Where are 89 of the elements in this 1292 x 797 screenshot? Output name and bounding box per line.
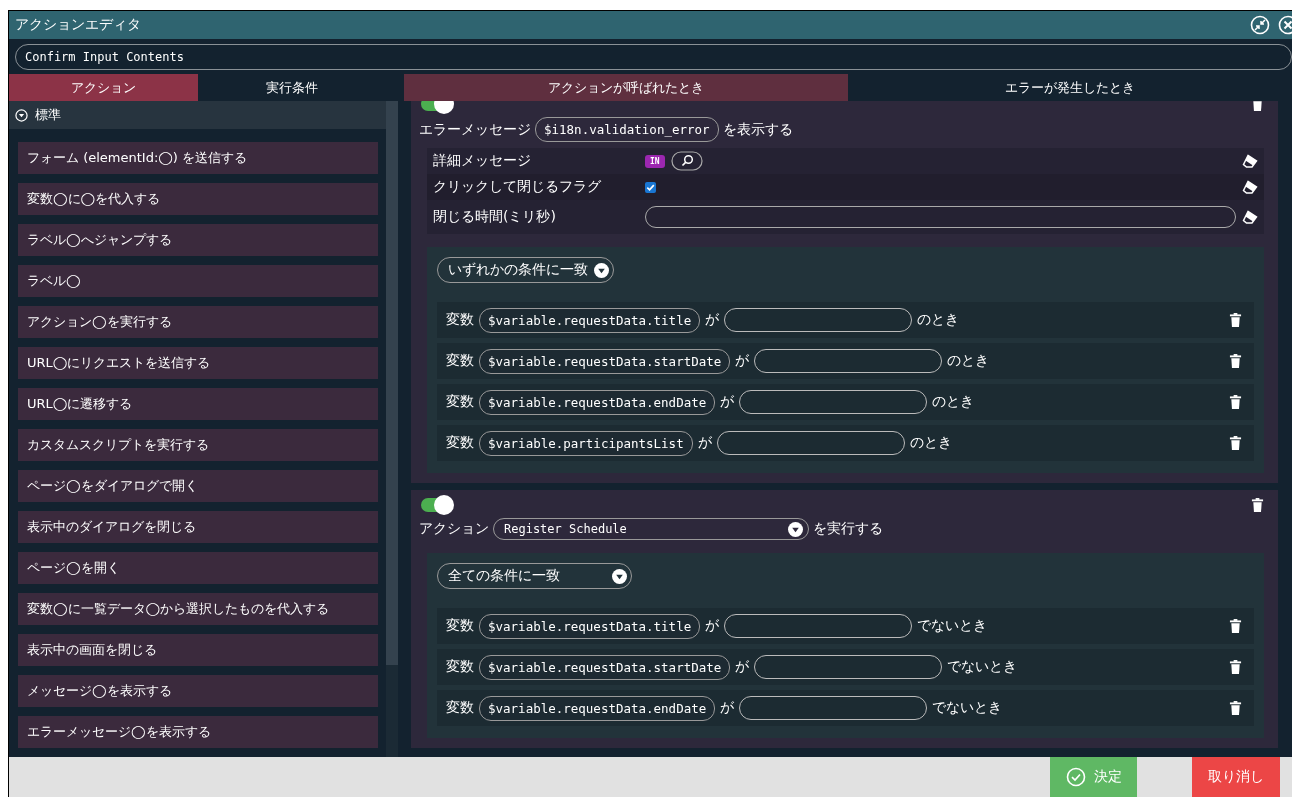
scrollbar-thumb[interactable] <box>386 101 398 665</box>
value-field[interactable]: $i18n.validation_error <box>535 117 719 142</box>
action-label: アクション <box>419 520 489 538</box>
action-item[interactable]: 表示中のダイアログを閉じる <box>18 511 378 543</box>
input-field[interactable] <box>724 614 913 638</box>
eraser-icon[interactable] <box>1242 210 1258 224</box>
category-header[interactable]: 標準 <box>9 101 386 129</box>
param-label: クリックして閉じるフラグ <box>433 178 602 196</box>
action-item[interactable]: 変数◯に一覧データ◯から選択したものを代入する <box>18 593 378 625</box>
cancel-button[interactable]: 取り消し <box>1192 757 1280 797</box>
condition-label: でないとき <box>917 617 988 635</box>
eraser-icon[interactable] <box>1242 180 1258 194</box>
variable-field[interactable]: $variable.requestData.startDate <box>479 654 731 680</box>
condition-label: 変数 <box>446 658 474 676</box>
chevron-icon <box>15 108 28 122</box>
condition-label: のとき <box>932 393 975 411</box>
condition-label: 変数 <box>446 311 474 329</box>
action-item[interactable]: アクション◯を実行する <box>18 306 378 338</box>
checkbox[interactable] <box>645 181 656 193</box>
condition-label: が <box>720 699 735 717</box>
tab[interactable]: アクション <box>9 74 198 101</box>
name-field[interactable]: Confirm Input Contents <box>15 44 1292 70</box>
variable-field[interactable]: $variable.requestData.startDate <box>479 348 731 374</box>
action-item[interactable]: ラベル◯ <box>18 265 378 297</box>
trash-icon[interactable] <box>1229 353 1242 369</box>
action-item[interactable]: ページ◯をダイアログで開く <box>18 470 378 502</box>
action-label: エラーメッセージ <box>419 120 531 139</box>
search-icon[interactable] <box>670 151 703 171</box>
action-item[interactable]: カスタムスクリプトを実行する <box>18 429 378 461</box>
action-item[interactable]: URL◯に遷移する <box>18 388 378 420</box>
trash-icon[interactable] <box>1229 312 1242 328</box>
param-label: 閉じる時間(ミリ秒) <box>433 208 557 226</box>
variable-field[interactable]: $variable.requestData.endDate <box>479 695 716 721</box>
condition-label: 変数 <box>446 434 474 452</box>
trash-icon[interactable] <box>1229 618 1242 634</box>
condition-label: 変数 <box>446 352 474 370</box>
window-title: アクションエディタ <box>15 16 141 34</box>
condition-label: でないとき <box>947 658 1018 676</box>
condition-label: でないとき <box>932 699 1003 717</box>
trash-icon[interactable] <box>1229 659 1242 675</box>
input-field[interactable] <box>724 308 913 332</box>
action-item[interactable]: エラーメッセージ◯を表示する <box>18 716 378 748</box>
input-field[interactable] <box>754 349 943 373</box>
input-field[interactable] <box>645 206 1236 228</box>
action-item[interactable]: フォーム (elementId:◯) を送信する <box>18 142 378 174</box>
condition-label: が <box>735 352 750 370</box>
collapse-icon[interactable] <box>1250 15 1270 35</box>
action-item[interactable]: 変数◯に◯を代入する <box>18 183 378 215</box>
condition-label: 変数 <box>446 393 474 411</box>
tab[interactable]: アクションが呼ばれたとき <box>404 74 848 101</box>
eraser-icon[interactable] <box>1242 154 1258 168</box>
trash-icon[interactable] <box>1251 497 1264 513</box>
input-field[interactable] <box>739 390 928 414</box>
trash-icon[interactable] <box>1229 394 1242 410</box>
action-item[interactable]: URL◯にリクエストを送信する <box>18 347 378 379</box>
condition-label: 変数 <box>446 617 474 635</box>
input-field[interactable] <box>754 655 943 679</box>
param-label: 詳細メッセージ <box>433 152 532 170</box>
trash-icon[interactable] <box>1229 435 1242 451</box>
variable-field[interactable]: $variable.participantsList <box>479 430 693 456</box>
toggle-switch[interactable] <box>421 101 451 111</box>
condition-label: 変数 <box>446 699 474 717</box>
caret-icon <box>612 568 627 584</box>
condition-label: が <box>705 311 720 329</box>
toggle-switch[interactable] <box>421 498 451 512</box>
action-label: を実行する <box>813 520 883 538</box>
check-circle-icon <box>1065 767 1086 787</box>
input-badge: IN <box>645 154 665 168</box>
condition-label: が <box>697 434 712 452</box>
variable-field[interactable]: $variable.requestData.title <box>479 613 701 639</box>
trash-icon[interactable] <box>1229 700 1242 716</box>
action-item[interactable]: メッセージ◯を表示する <box>18 675 378 707</box>
variable-field[interactable]: $variable.requestData.title <box>479 307 701 333</box>
input-field[interactable] <box>739 696 928 720</box>
action-item[interactable]: ページ◯を開く <box>18 552 378 584</box>
input-field[interactable] <box>716 431 905 455</box>
variable-field[interactable]: $variable.requestData.endDate <box>479 389 716 415</box>
condition-label: が <box>735 658 750 676</box>
caret-icon <box>788 521 803 537</box>
close-icon[interactable] <box>1278 15 1292 35</box>
condition-label: が <box>720 393 735 411</box>
condition-label: のとき <box>947 352 990 370</box>
condition-label: のとき <box>909 434 952 452</box>
caret-icon <box>594 262 609 278</box>
action-label: を表示する <box>722 120 793 139</box>
condition-label: が <box>705 617 720 635</box>
condition-label: のとき <box>917 311 960 329</box>
action-item[interactable]: 表示中の画面を閉じる <box>18 634 378 666</box>
action-item[interactable]: ラベル◯へジャンプする <box>18 224 378 256</box>
